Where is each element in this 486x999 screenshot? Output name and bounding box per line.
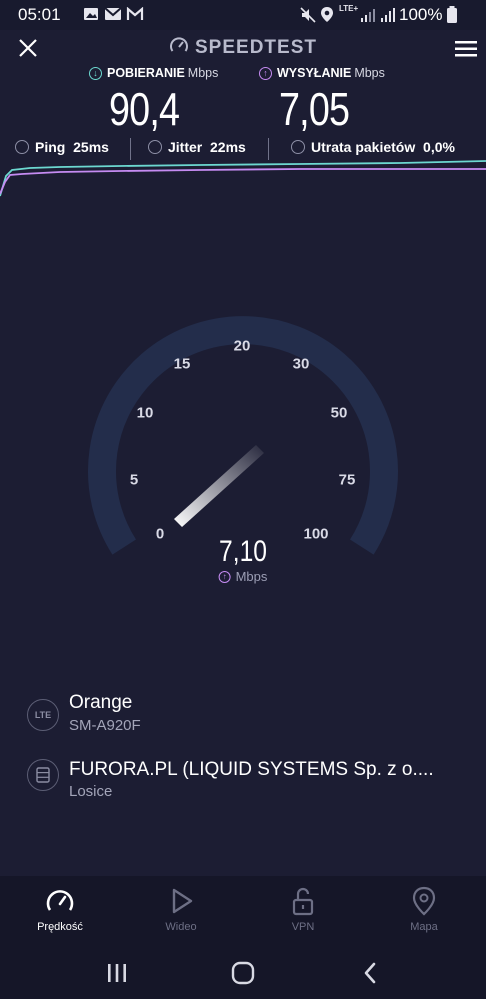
upload-arrow-icon: ↑ — [259, 66, 272, 80]
image-icon — [83, 7, 99, 26]
unlock-icon — [292, 887, 314, 916]
jitter-label: Jitter — [168, 139, 203, 155]
jitter-metric: Jitter 22ms — [148, 139, 246, 155]
home-icon[interactable] — [231, 961, 255, 985]
download-value: 90,4 — [109, 83, 180, 135]
download-graph-line — [0, 160, 486, 197]
server-icon[interactable] — [27, 759, 59, 791]
ping-icon — [15, 140, 29, 154]
ping-label: Ping — [35, 139, 66, 155]
gauge-tick: 100 — [303, 525, 329, 543]
download-label: ↓ POBIERANIE Mbps — [89, 66, 218, 80]
ping-value: 25ms — [73, 139, 109, 155]
server-name[interactable]: FURORA.PL (LIQUID SYSTEMS Sp. z o.... — [69, 759, 434, 781]
gauge-tick: 50 — [330, 404, 348, 422]
gauge-current-value: 7,10 — [219, 535, 267, 568]
packet-loss-icon — [291, 140, 305, 154]
upload-label-text: WYSYŁANIE — [277, 66, 352, 80]
app-title-text: SPEEDTEST — [195, 37, 317, 58]
gauge-tick: 5 — [129, 471, 139, 489]
nav-label: Wideo — [165, 921, 197, 933]
speedometer-icon — [46, 890, 74, 911]
nav-tab-speed[interactable]: Prędkość — [0, 876, 120, 948]
lte-icon: LTE — [27, 699, 59, 731]
jitter-icon — [148, 140, 162, 154]
map-pin-icon — [412, 886, 436, 916]
status-time: 05:01 — [18, 5, 61, 24]
upload-label: ↑ WYSYŁANIE Mbps — [259, 66, 385, 80]
hamburger-menu-icon[interactable] — [455, 40, 477, 58]
system-nav-bar — [0, 948, 486, 999]
server-location: Losice — [69, 783, 113, 800]
upload-unit: Mbps — [354, 66, 385, 80]
gmail-icon — [126, 6, 144, 26]
packet-loss-value: 0,0% — [423, 139, 455, 155]
mute-icon — [300, 7, 316, 28]
gauge-tick: 20 — [233, 337, 251, 355]
ping-metric: Ping 25ms — [15, 139, 109, 155]
nav-label: Mapa — [410, 921, 438, 933]
nav-tab-map[interactable]: Mapa — [364, 876, 484, 948]
lte-badge-text: LTE — [34, 710, 52, 720]
gauge-track — [88, 316, 398, 555]
gauge-icon — [170, 37, 188, 52]
nav-tab-vpn[interactable]: VPN — [243, 876, 363, 948]
device-model: SM-A920F — [69, 717, 141, 734]
upload-graph-line — [0, 168, 486, 195]
gauge-unit-text: Mbps — [235, 569, 268, 584]
isp-name: Orange — [69, 692, 133, 713]
gauge-needle — [174, 445, 264, 527]
app-title: SPEEDTEST — [0, 36, 486, 59]
download-label-text: POBIERANIE — [107, 66, 185, 80]
packet-loss-label: Utrata pakietów — [311, 139, 416, 155]
battery-icon — [446, 6, 458, 29]
gauge-tick: 15 — [173, 355, 191, 373]
download-arrow-icon: ↓ — [89, 66, 102, 80]
play-icon — [172, 888, 193, 914]
nav-tab-video[interactable]: Wideo — [121, 876, 241, 948]
download-unit: Mbps — [187, 66, 219, 80]
gauge-tick: 30 — [292, 355, 310, 373]
throughput-graph — [0, 160, 486, 197]
gauge-unit: ↑ Mbps — [218, 569, 268, 584]
upload-value: 7,05 — [279, 83, 350, 135]
signal-icon — [360, 7, 396, 28]
gauge-tick: 75 — [338, 471, 356, 489]
upload-arrow-icon: ↑ — [218, 570, 231, 583]
recent-apps-icon[interactable] — [106, 962, 128, 984]
mail-icon — [104, 7, 122, 26]
gauge-tick: 0 — [155, 525, 165, 543]
location-icon — [320, 6, 334, 28]
bottom-nav: Prędkość Wideo VPN Mapa — [0, 876, 486, 948]
battery-level: 100% — [399, 5, 443, 24]
nav-label: VPN — [291, 921, 315, 933]
jitter-value: 22ms — [210, 139, 246, 155]
back-icon[interactable] — [362, 961, 378, 985]
network-type: LTE+ — [339, 4, 359, 13]
nav-label: Prędkość — [37, 921, 83, 933]
packet-loss-metric: Utrata pakietów 0,0% — [291, 139, 455, 155]
gauge-tick: 10 — [136, 404, 154, 422]
